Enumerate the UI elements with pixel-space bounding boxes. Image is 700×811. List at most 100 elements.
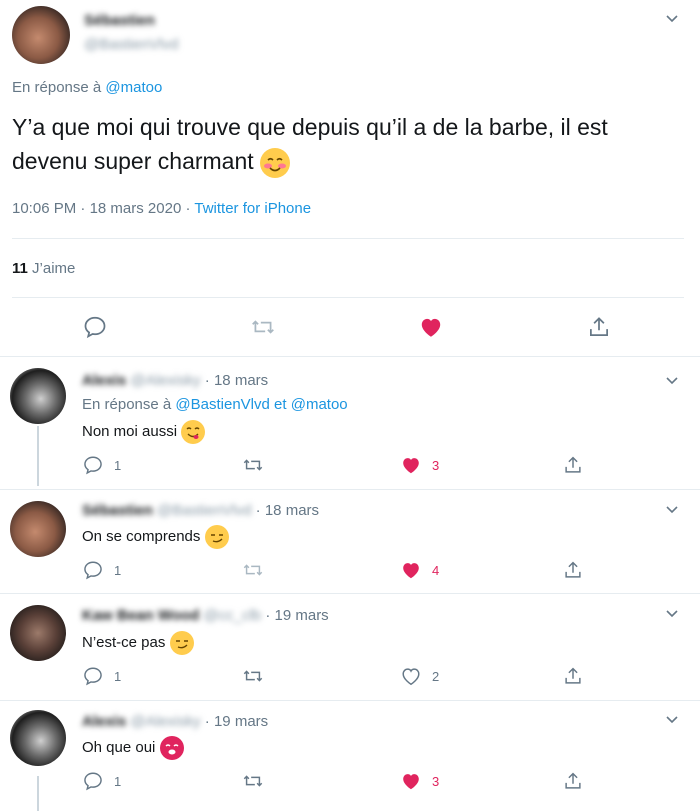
- meta-separator: ·: [76, 200, 90, 217]
- heart-icon: [403, 458, 419, 474]
- author-handle[interactable]: @cc_clb: [203, 607, 261, 624]
- reply-count: 1: [114, 562, 122, 578]
- chevron-down-icon[interactable]: [664, 711, 680, 727]
- reply-action[interactable]: 1: [82, 559, 121, 581]
- speech-bubble-icon: [84, 667, 102, 686]
- retweet-icon[interactable]: [250, 314, 276, 340]
- reply-date[interactable]: · 18 mars: [205, 372, 268, 389]
- avatar[interactable]: [10, 605, 66, 661]
- share-action[interactable]: [562, 770, 584, 792]
- reply-context: En réponse à @matoo: [12, 79, 162, 96]
- avatar[interactable]: [10, 368, 66, 424]
- share-icon: [565, 456, 581, 473]
- main-tweet: Sébastien @BastienVlvd En réponse à @mat…: [0, 0, 700, 356]
- reply-text: On se comprends: [82, 525, 229, 549]
- divider: [0, 489, 700, 490]
- share-icon[interactable]: [586, 314, 612, 340]
- reply-mention-link[interactable]: @matoo: [105, 79, 162, 96]
- reply-header: Alexis @Alexisky · 18 mars: [82, 372, 268, 389]
- share-action[interactable]: [562, 665, 584, 687]
- heart-icon[interactable]: [418, 314, 444, 340]
- reply-mention-link[interactable]: @matoo: [291, 396, 348, 413]
- likes-summary[interactable]: 11 J’aime: [12, 260, 75, 277]
- divider: [0, 700, 700, 701]
- reply-date[interactable]: · 19 mars: [205, 713, 268, 730]
- divider: [12, 297, 684, 298]
- avatar[interactable]: [10, 501, 66, 557]
- share-icon: [565, 561, 581, 578]
- retweet-action[interactable]: [242, 665, 264, 687]
- reply-header: Alexis @Alexisky · 19 mars: [82, 713, 268, 730]
- divider: [12, 238, 684, 239]
- speech-bubble-icon: [84, 772, 102, 791]
- share-icon: [565, 772, 581, 789]
- retweet-action[interactable]: [242, 770, 264, 792]
- author-name[interactable]: Sébastien: [84, 12, 155, 29]
- reply-body: On se comprends: [82, 527, 201, 545]
- author-handle[interactable]: @BastienVlvd: [84, 36, 178, 53]
- heart-icon: [403, 774, 419, 790]
- retweet-icon: [243, 670, 263, 682]
- reply-mention-link[interactable]: @BastienVlvd: [175, 396, 269, 413]
- thread-line: [37, 426, 39, 486]
- author-name[interactable]: Sébastien: [82, 502, 153, 519]
- speech-bubble-icon: [84, 456, 102, 475]
- tweet-source-link[interactable]: Twitter for iPhone: [194, 200, 311, 217]
- meta-separator: ·: [181, 200, 195, 217]
- tweet-meta: 10:06 PM · 18 mars 2020 · Twitter for iP…: [12, 200, 311, 217]
- tweet-date[interactable]: 18 mars 2020: [90, 200, 182, 217]
- reply-text: Oh que oui: [82, 736, 184, 760]
- author-handle[interactable]: @Alexisky: [130, 713, 200, 730]
- author-handle[interactable]: @BastienVlvd: [157, 502, 251, 519]
- tweet-time[interactable]: 10:06 PM: [12, 200, 76, 217]
- smirking-face-emoji: [169, 631, 194, 655]
- author-name[interactable]: Alexis: [82, 713, 126, 730]
- chevron-down-icon[interactable]: [664, 501, 680, 517]
- reply-text: N’est-ce pas: [82, 631, 194, 655]
- like-action[interactable]: 4: [400, 559, 439, 581]
- speech-bubble-icon: [84, 561, 102, 580]
- avatar[interactable]: [10, 710, 66, 766]
- heart-icon: [403, 563, 419, 579]
- share-action[interactable]: [562, 454, 584, 476]
- retweet-icon: [243, 459, 263, 471]
- likes-label: J’aime: [32, 260, 76, 277]
- reply-date-text: 18 mars: [213, 372, 269, 389]
- reply-body: N’est-ce pas: [82, 633, 166, 651]
- share-action[interactable]: [562, 559, 584, 581]
- like-count: 4: [432, 562, 440, 578]
- chevron-down-icon[interactable]: [664, 372, 680, 388]
- retweet-action[interactable]: [242, 559, 264, 581]
- reply-prefix: En réponse à: [12, 79, 106, 96]
- author-name[interactable]: Kaw Bean Wood: [82, 607, 199, 624]
- reply-action[interactable]: 1: [82, 665, 121, 687]
- author-handle[interactable]: @Alexisky: [130, 372, 200, 389]
- hot-face-emoji: [159, 736, 184, 760]
- likes-count: 11: [12, 260, 28, 277]
- reply-header: Sébastien @BastienVlvd · 18 mars: [82, 502, 319, 519]
- like-action[interactable]: 2: [400, 665, 439, 687]
- avatar[interactable]: [12, 6, 70, 64]
- reply-date-text: 19 mars: [274, 607, 329, 624]
- like-action[interactable]: 3: [400, 454, 439, 476]
- chevron-down-icon[interactable]: [664, 10, 680, 26]
- divider: [0, 356, 700, 357]
- chevron-down-icon[interactable]: [664, 605, 680, 621]
- speech-bubble-icon[interactable]: [82, 314, 108, 340]
- divider: [0, 593, 700, 594]
- like-action[interactable]: 3: [400, 770, 439, 792]
- thread-line: [37, 776, 39, 811]
- reply-date[interactable]: · 18 mars: [256, 502, 319, 519]
- retweet-action[interactable]: [242, 454, 264, 476]
- reply-action[interactable]: 1: [82, 770, 121, 792]
- reply-text: Non moi aussi: [82, 420, 206, 444]
- share-icon: [565, 667, 581, 684]
- reply-header: Kaw Bean Wood @cc_clb · 19 mars: [82, 607, 329, 624]
- reply-date[interactable]: · 19 mars: [265, 607, 328, 624]
- reply-count: 1: [114, 773, 122, 789]
- reply-action[interactable]: 1: [82, 454, 121, 476]
- heart-icon: [402, 668, 420, 686]
- author-name[interactable]: Alexis: [82, 372, 126, 389]
- reply-date-text: 19 mars: [213, 713, 269, 730]
- retweet-icon: [243, 775, 263, 787]
